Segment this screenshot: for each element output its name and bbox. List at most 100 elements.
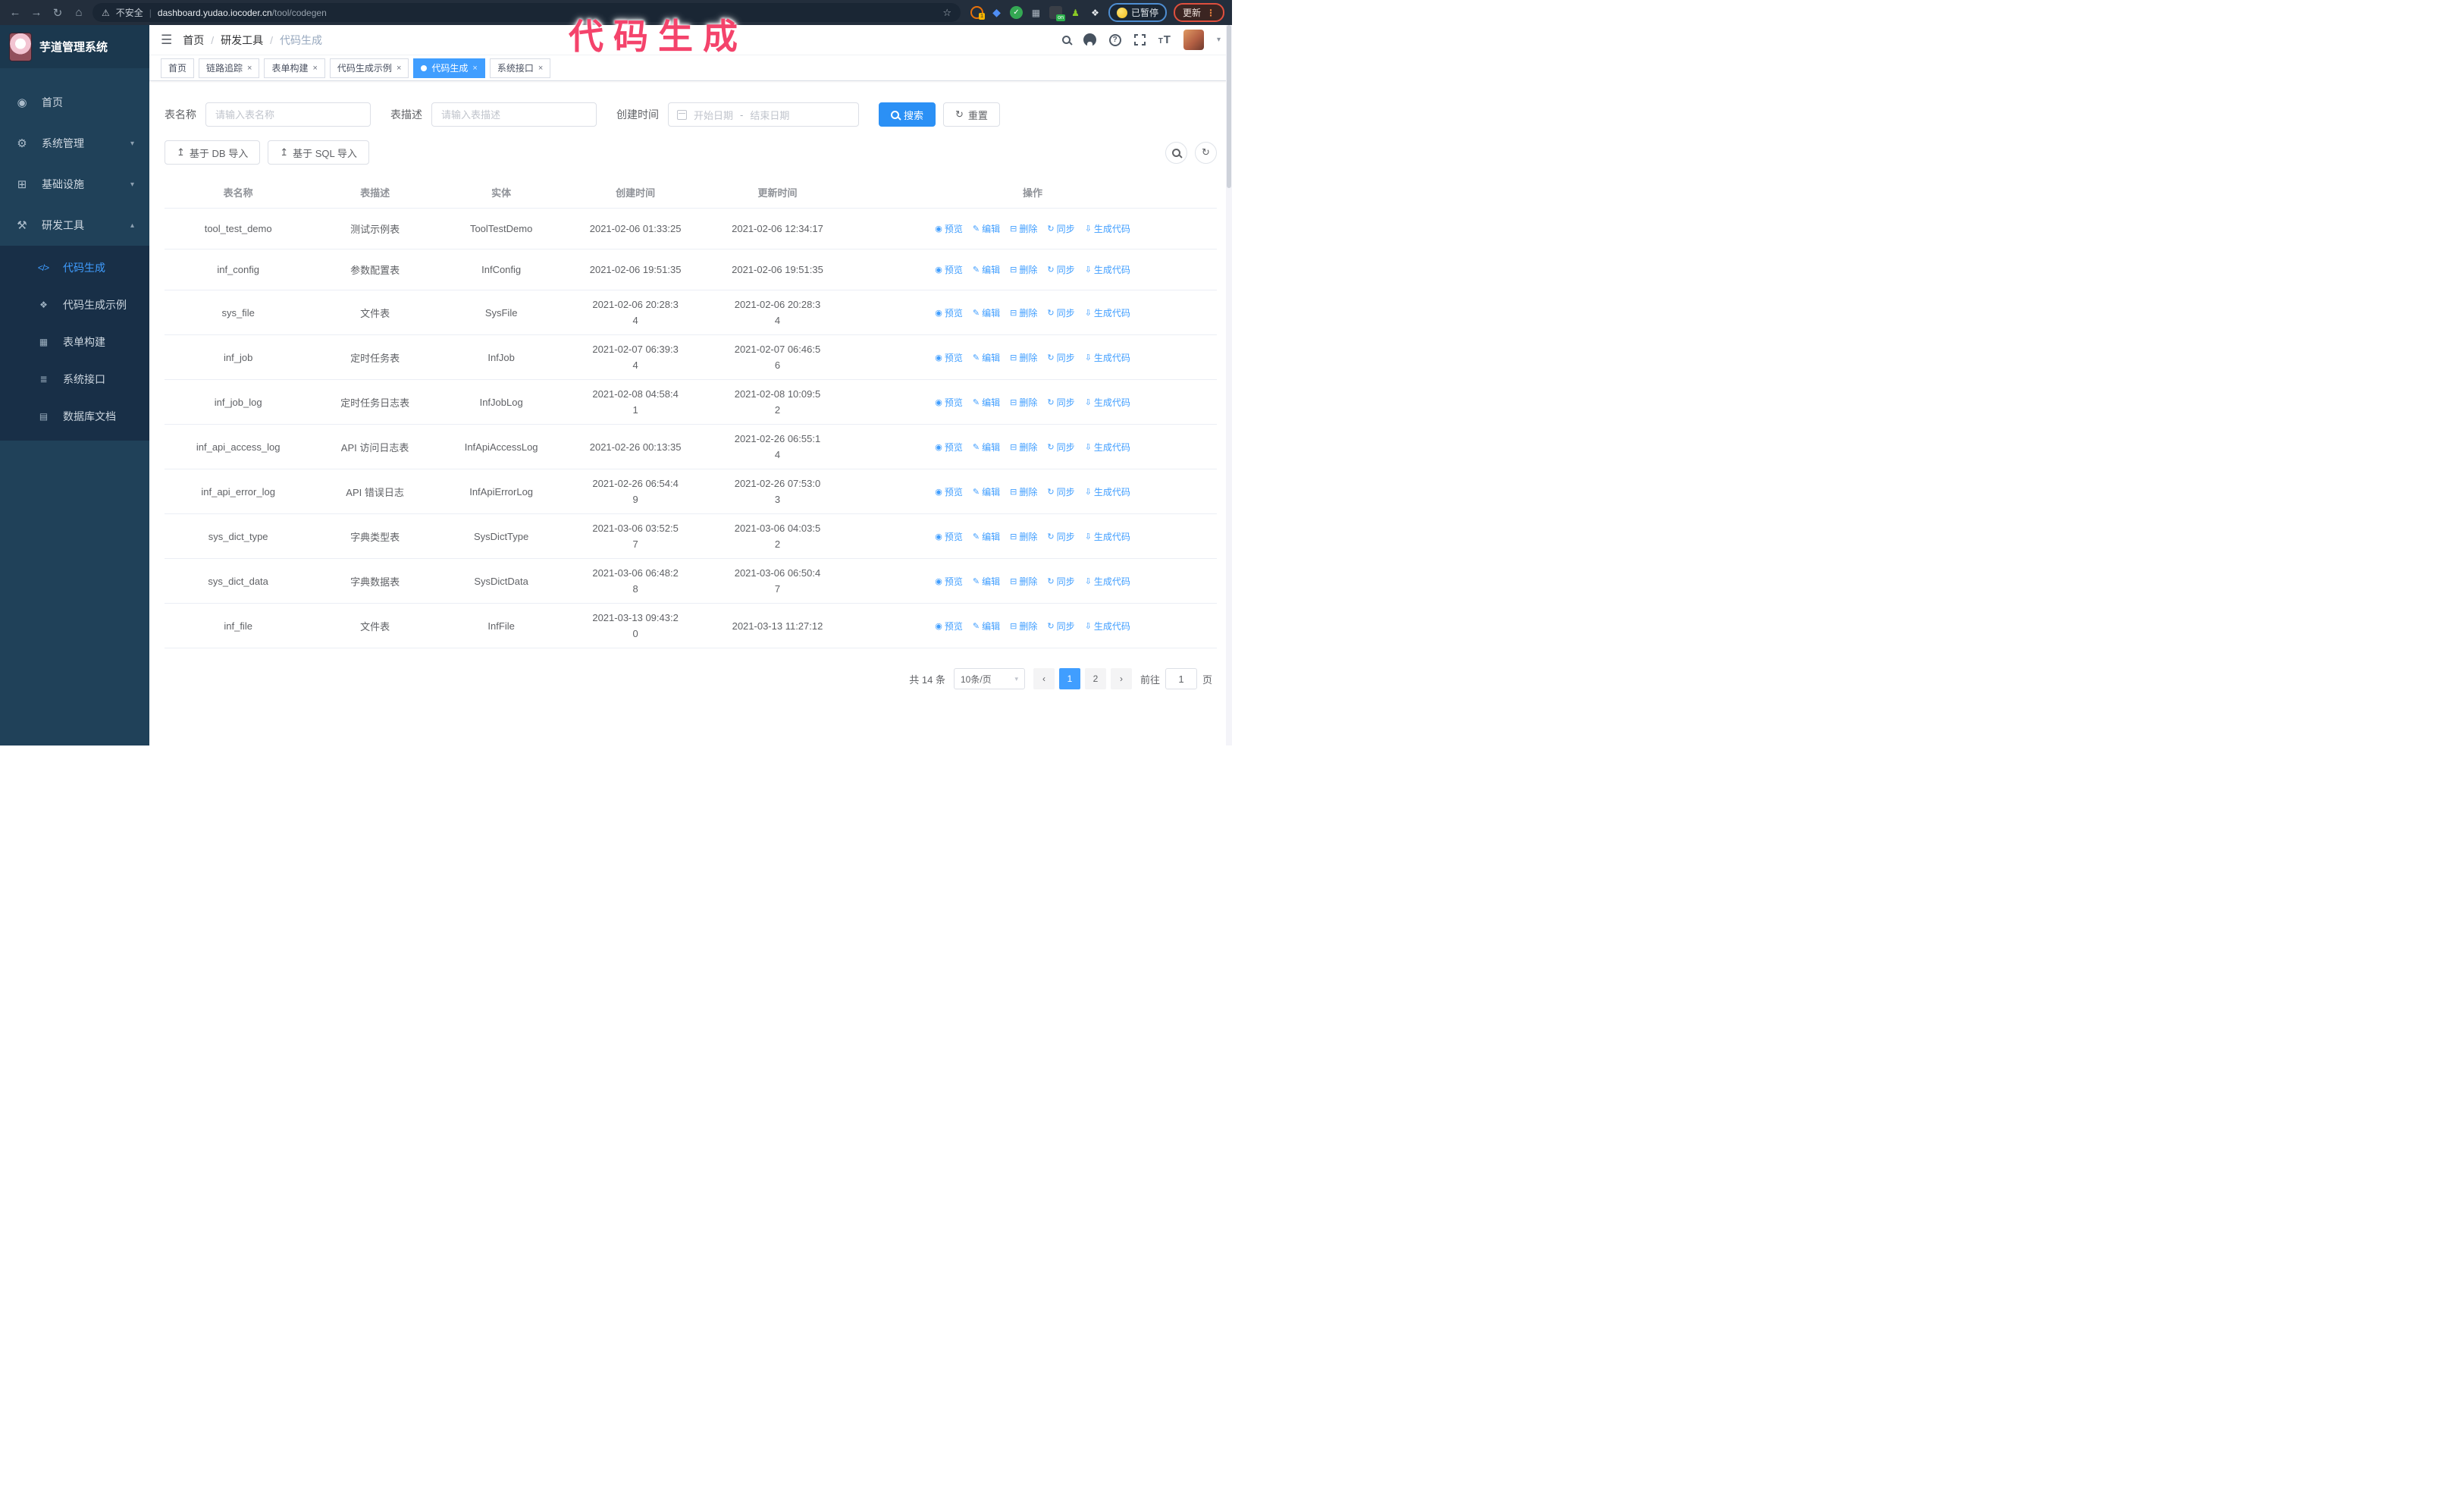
page-size-select[interactable]: 10条/页 ▾: [953, 668, 1025, 689]
action-preview-link[interactable]: ◉ 预览: [935, 620, 963, 632]
font-size-icon[interactable]: TT: [1158, 33, 1171, 46]
sidebar-item-db-doc[interactable]: ▤ 数据库文档: [0, 397, 149, 435]
goto-page-input[interactable]: [1165, 668, 1197, 689]
home-icon[interactable]: ⌂: [71, 6, 86, 19]
close-icon[interactable]: ×: [247, 64, 252, 73]
fullscreen-icon[interactable]: [1133, 34, 1146, 46]
table-name-input[interactable]: [205, 102, 371, 127]
action-edit-link[interactable]: ✎ 编辑: [973, 485, 1000, 498]
sidebar-item-home[interactable]: ◉ 首页: [0, 82, 149, 123]
extension-icon-switch[interactable]: on: [1049, 6, 1065, 21]
action-sync-link[interactable]: ↻ 同步: [1047, 222, 1074, 235]
action-delete-link[interactable]: ⊟ 删除: [1010, 306, 1037, 319]
refresh-circle-button[interactable]: ↻: [1195, 141, 1217, 164]
user-avatar[interactable]: [1183, 30, 1204, 50]
sidebar-item-system-api[interactable]: ≣ 系统接口: [0, 360, 149, 397]
action-delete-link[interactable]: ⊟ 删除: [1010, 441, 1037, 454]
table-desc-input[interactable]: [431, 102, 597, 127]
action-generate-link[interactable]: ⇩ 生成代码: [1085, 222, 1130, 235]
action-edit-link[interactable]: ✎ 编辑: [973, 222, 1000, 235]
browser-menu-dots-icon[interactable]: ⋮: [1206, 8, 1215, 18]
prev-page-button[interactable]: ‹: [1033, 668, 1055, 689]
action-sync-link[interactable]: ↻ 同步: [1047, 263, 1074, 276]
action-delete-link[interactable]: ⊟ 删除: [1010, 485, 1037, 498]
action-preview-link[interactable]: ◉ 预览: [935, 306, 963, 319]
action-sync-link[interactable]: ↻ 同步: [1047, 351, 1074, 364]
action-sync-link[interactable]: ↻ 同步: [1047, 396, 1074, 409]
tab-codegen[interactable]: 代码生成 ×: [413, 58, 485, 78]
action-sync-link[interactable]: ↻ 同步: [1047, 306, 1074, 319]
close-icon[interactable]: ×: [397, 64, 401, 73]
back-icon[interactable]: ←: [8, 6, 23, 19]
sidebar-item-infra[interactable]: ⊞ 基础设施 ▾: [0, 164, 149, 205]
action-edit-link[interactable]: ✎ 编辑: [973, 396, 1000, 409]
security-label[interactable]: 不安全: [116, 6, 143, 19]
action-preview-link[interactable]: ◉ 预览: [935, 222, 963, 235]
action-edit-link[interactable]: ✎ 编辑: [973, 575, 1000, 588]
sidebar-toggle-icon[interactable]: ☰: [161, 33, 172, 48]
action-delete-link[interactable]: ⊟ 删除: [1010, 222, 1037, 235]
action-generate-link[interactable]: ⇩ 生成代码: [1085, 620, 1130, 632]
date-start-placeholder[interactable]: 开始日期: [694, 108, 733, 122]
breadcrumb-devtools[interactable]: 研发工具: [221, 33, 263, 48]
tab-form-builder[interactable]: 表单构建 ×: [264, 58, 325, 78]
help-icon[interactable]: ?: [1108, 33, 1121, 46]
show-search-circle-button[interactable]: [1165, 141, 1187, 164]
tab-system-api[interactable]: 系统接口 ×: [489, 58, 551, 78]
action-preview-link[interactable]: ◉ 预览: [935, 263, 963, 276]
user-menu-caret-icon[interactable]: ▾: [1217, 36, 1221, 44]
tab-home[interactable]: 首页: [161, 58, 195, 78]
action-generate-link[interactable]: ⇩ 生成代码: [1085, 530, 1130, 543]
url-text[interactable]: dashboard.yudao.iocoder.cn/tool/codegen: [158, 8, 327, 18]
address-bar[interactable]: ⚠ 不安全 | dashboard.yudao.iocoder.cn/tool/…: [92, 3, 961, 22]
header-search-icon[interactable]: [1061, 36, 1071, 44]
action-edit-link[interactable]: ✎ 编辑: [973, 620, 1000, 632]
tab-codegen-demo[interactable]: 代码生成示例 ×: [329, 58, 409, 78]
action-preview-link[interactable]: ◉ 预览: [935, 396, 963, 409]
action-edit-link[interactable]: ✎ 编辑: [973, 351, 1000, 364]
action-delete-link[interactable]: ⊟ 删除: [1010, 575, 1037, 588]
action-generate-link[interactable]: ⇩ 生成代码: [1085, 396, 1130, 409]
sidebar-item-form-builder[interactable]: ▦ 表单构建: [0, 323, 149, 360]
logo-area[interactable]: 芋道管理系统: [0, 25, 149, 68]
action-delete-link[interactable]: ⊟ 删除: [1010, 263, 1037, 276]
sidebar-item-codegen[interactable]: </> 代码生成: [0, 249, 149, 286]
extension-icon-check[interactable]: ✓: [1009, 6, 1023, 19]
action-preview-link[interactable]: ◉ 预览: [935, 530, 963, 543]
search-button[interactable]: 搜索: [879, 102, 936, 127]
action-sync-link[interactable]: ↻ 同步: [1047, 620, 1074, 632]
sidebar-item-devtool[interactable]: ⚒ 研发工具 ▴: [0, 205, 149, 246]
import-sql-button[interactable]: ↥ 基于 SQL 导入: [268, 140, 369, 165]
action-preview-link[interactable]: ◉ 预览: [935, 441, 963, 454]
extensions-puzzle-icon[interactable]: ❖: [1089, 6, 1102, 19]
action-generate-link[interactable]: ⇩ 生成代码: [1085, 485, 1130, 498]
breadcrumb-home[interactable]: 首页: [183, 33, 204, 48]
action-sync-link[interactable]: ↻ 同步: [1047, 485, 1074, 498]
action-edit-link[interactable]: ✎ 编辑: [973, 306, 1000, 319]
action-generate-link[interactable]: ⇩ 生成代码: [1085, 351, 1130, 364]
sidebar-item-codegen-demo[interactable]: ❖ 代码生成示例: [0, 286, 149, 323]
tab-trace[interactable]: 链路追踪 ×: [199, 58, 260, 78]
action-delete-link[interactable]: ⊟ 删除: [1010, 396, 1037, 409]
page-scrollbar[interactable]: [1226, 25, 1232, 746]
action-generate-link[interactable]: ⇩ 生成代码: [1085, 306, 1130, 319]
github-icon[interactable]: [1083, 33, 1096, 46]
date-range-picker[interactable]: 开始日期 - 结束日期: [668, 102, 859, 127]
extension-icon-orange[interactable]: 1: [970, 6, 985, 20]
action-edit-link[interactable]: ✎ 编辑: [973, 530, 1000, 543]
action-delete-link[interactable]: ⊟ 删除: [1010, 351, 1037, 364]
action-edit-link[interactable]: ✎ 编辑: [973, 263, 1000, 276]
bookmark-star-icon[interactable]: ☆: [942, 7, 951, 19]
sidebar-item-system[interactable]: ⚙ 系统管理 ▾: [0, 123, 149, 164]
action-generate-link[interactable]: ⇩ 生成代码: [1085, 263, 1130, 276]
action-preview-link[interactable]: ◉ 预览: [935, 485, 963, 498]
page-number-button[interactable]: 2: [1084, 668, 1106, 689]
reload-icon[interactable]: ↻: [50, 6, 65, 20]
action-preview-link[interactable]: ◉ 预览: [935, 575, 963, 588]
action-delete-link[interactable]: ⊟ 删除: [1010, 530, 1037, 543]
forward-icon[interactable]: →: [29, 6, 44, 19]
close-icon[interactable]: ×: [312, 64, 317, 73]
action-sync-link[interactable]: ↻ 同步: [1047, 530, 1074, 543]
action-generate-link[interactable]: ⇩ 生成代码: [1085, 441, 1130, 454]
scrollbar-thumb[interactable]: [1227, 25, 1231, 188]
